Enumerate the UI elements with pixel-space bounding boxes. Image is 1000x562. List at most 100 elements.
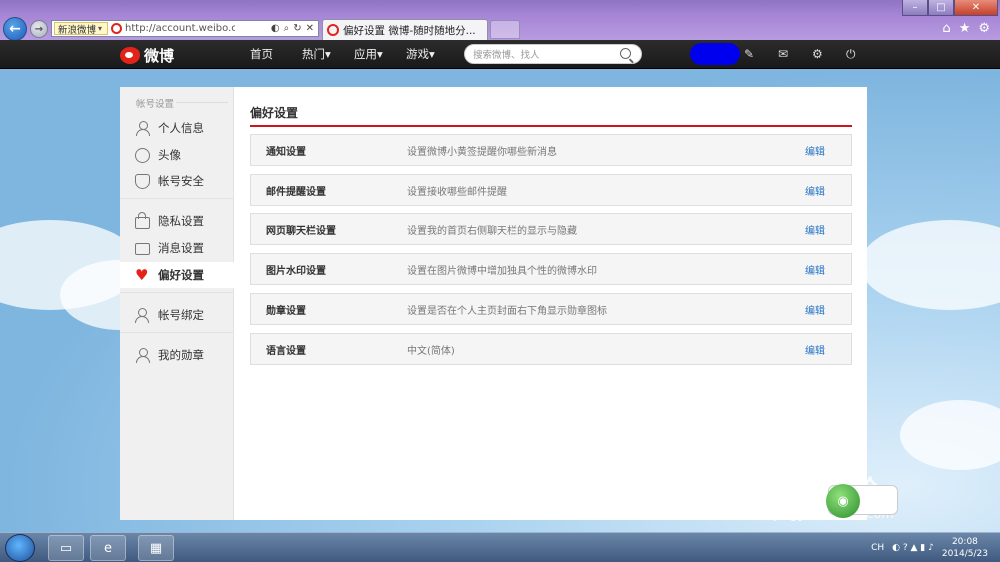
sidebar-item-preferences[interactable]: ♥ 偏好设置: [120, 262, 234, 288]
row-description: 设置在图片微博中增加独具个性的微博水印: [407, 265, 597, 277]
speed-ball-icon[interactable]: ◉: [826, 484, 860, 518]
edit-link[interactable]: 编辑: [805, 183, 851, 198]
search-placeholder: 搜索微博、找人: [473, 50, 540, 61]
edit-link[interactable]: 编辑: [805, 222, 851, 237]
row-label: 邮件提醒设置: [266, 186, 326, 198]
tab-active[interactable]: 偏好设置 微博-随时随地分...: [322, 19, 488, 40]
close-window-button[interactable]: ✕: [954, 0, 998, 16]
person-icon: [135, 120, 150, 136]
weibo-eye-icon: [120, 47, 140, 64]
message-icon: [135, 243, 150, 255]
browser-chrome: ← → 新浪微博 ▾ http://account.weibo.com/s ◐ …: [0, 0, 1000, 41]
divider: [120, 292, 234, 293]
title-underline: [250, 125, 852, 127]
cloud-decoration: [860, 220, 1000, 310]
explorer-folder-icon[interactable]: ▭: [48, 535, 84, 561]
url-text[interactable]: http://account.weibo.com/s: [125, 23, 235, 34]
divider: [120, 332, 234, 333]
back-button[interactable]: ←: [3, 17, 27, 41]
clock[interactable]: 20:08 2014/5/23: [942, 536, 988, 560]
image-app-icon[interactable]: ▦: [138, 535, 174, 561]
sidebar-item-privacy[interactable]: 隐私设置: [120, 208, 234, 234]
sidebar-item-personal-info[interactable]: 个人信息: [120, 115, 234, 141]
weibo-top-nav: 微博 首页 热门▾ 应用▾ 游戏▾ 搜索微博、找人 ✎ ✉ ⚙ ⏻: [0, 40, 1000, 69]
row-label: 语言设置: [266, 345, 306, 357]
windows-taskbar: ▭ e ▦ CH ◐ ? ▲ ▮ ♪ 20:08 2014/5/23: [0, 532, 1000, 562]
search-input[interactable]: 搜索微博、找人: [464, 44, 642, 64]
nav-item-apps[interactable]: 应用▾: [354, 46, 406, 62]
sidebar-item-label: 帐号安全: [158, 174, 204, 188]
edit-link[interactable]: 编辑: [805, 342, 851, 357]
sidebar-item-medals[interactable]: 我的勋章: [120, 342, 234, 368]
sidebar-item-label: 偏好设置: [158, 268, 204, 282]
settings-sidebar: 帐号设置 个人信息 头像 帐号安全 隐私设置 消息设置 ♥ 偏好设置 帐号绑定 …: [120, 87, 234, 520]
favorites-star-icon[interactable]: ★: [959, 21, 971, 36]
row-description: 中文(简体): [407, 345, 455, 357]
weibo-favicon-icon: [327, 24, 339, 36]
divider: [176, 102, 228, 103]
search-icon[interactable]: ⌕: [284, 23, 290, 34]
medal-icon: [135, 347, 150, 363]
maximize-button[interactable]: □: [928, 0, 954, 16]
settings-gear-icon[interactable]: ⚙: [978, 21, 990, 36]
language-indicator[interactable]: CH: [871, 543, 884, 553]
edit-link[interactable]: 编辑: [805, 302, 851, 317]
power-icon[interactable]: ⏻: [846, 47, 880, 62]
row-description: 设置接收哪些邮件提醒: [407, 186, 507, 198]
compat-icon[interactable]: ◐: [271, 23, 280, 34]
sidebar-item-label: 隐私设置: [158, 214, 204, 228]
row-label: 网页聊天栏设置: [266, 225, 336, 237]
address-bar[interactable]: 新浪微博 ▾ http://account.weibo.com/s ◐ ⌕ ↻ …: [51, 20, 319, 37]
row-label: 勋章设置: [266, 305, 306, 317]
gear-icon[interactable]: ⚙: [812, 47, 846, 62]
system-tray: CH ◐ ? ▲ ▮ ♪ 20:08 2014/5/23: [871, 533, 1000, 562]
nav-menu: 首页 热门▾ 应用▾ 游戏▾: [250, 46, 456, 62]
sidebar-item-label: 帐号绑定: [158, 308, 204, 322]
lock-icon: [135, 212, 150, 229]
window-controls: – □ ✕: [902, 0, 998, 16]
sidebar-item-messages[interactable]: 消息设置: [120, 235, 234, 261]
close-icon[interactable]: ✕: [306, 23, 314, 34]
row-description: 设置微博小黄签提醒你哪些新消息: [407, 146, 557, 158]
tray-icons[interactable]: ◐ ? ▲ ▮ ♪: [892, 543, 934, 553]
nav-item-hot[interactable]: 热门▾: [302, 46, 354, 62]
row-label: 图片水印设置: [266, 265, 326, 277]
user-name-redacted[interactable]: [690, 43, 740, 65]
minimize-button[interactable]: –: [902, 0, 928, 16]
shield-icon: [135, 173, 150, 189]
cloud-decoration: [900, 400, 1000, 470]
mail-icon[interactable]: ✉: [778, 47, 812, 62]
start-button[interactable]: [5, 534, 35, 562]
settings-row-notification: 通知设置 设置微博小黄签提醒你哪些新消息 编辑: [250, 134, 852, 166]
chevron-down-icon: ▾: [98, 24, 103, 33]
settings-row-medal: 勋章设置 设置是否在个人主页封面右下角显示勋章图标 编辑: [250, 293, 852, 325]
sidebar-item-label: 头像: [158, 148, 181, 162]
row-label: 通知设置: [266, 146, 306, 158]
edit-link[interactable]: 编辑: [805, 143, 851, 158]
row-description: 设置是否在个人主页封面右下角显示勋章图标: [407, 305, 607, 317]
nav-item-games[interactable]: 游戏▾: [406, 46, 456, 62]
forward-button[interactable]: →: [30, 20, 48, 38]
sidebar-item-label: 我的勋章: [158, 348, 204, 362]
internet-explorer-icon[interactable]: e: [90, 535, 126, 561]
settings-row-chat-bar: 网页聊天栏设置 设置我的首页右侧聊天栏的显示与隐藏 编辑: [250, 213, 852, 245]
sidebar-title: 帐号设置: [136, 99, 175, 110]
browser-toolbar-icons: ⌂ ★ ⚙: [942, 21, 990, 36]
sidebar-item-account-binding[interactable]: 帐号绑定: [120, 302, 234, 328]
sidebar-item-label: 消息设置: [158, 241, 204, 255]
edit-link[interactable]: 编辑: [805, 262, 851, 277]
sidebar-item-label: 个人信息: [158, 121, 204, 135]
home-icon[interactable]: ⌂: [942, 21, 950, 36]
new-tab-button[interactable]: [490, 20, 520, 39]
weibo-logo[interactable]: 微博: [120, 45, 174, 66]
refresh-icon[interactable]: ↻: [293, 23, 301, 34]
search-icon[interactable]: [620, 48, 631, 59]
page-title: 偏好设置: [250, 106, 299, 120]
compose-icon[interactable]: ✎: [744, 47, 778, 62]
sidebar-item-avatar[interactable]: 头像: [120, 142, 234, 168]
address-bar-tag[interactable]: 新浪微博 ▾: [54, 22, 109, 36]
settings-row-language: 语言设置 中文(简体) 编辑: [250, 333, 852, 365]
weibo-favicon-icon: [111, 23, 123, 34]
sidebar-item-account-security[interactable]: 帐号安全: [120, 168, 234, 194]
nav-item-home[interactable]: 首页: [250, 46, 302, 62]
